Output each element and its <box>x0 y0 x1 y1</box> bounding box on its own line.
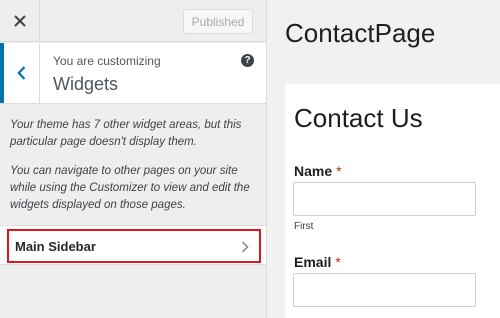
publish-button[interactable]: Published <box>183 9 253 34</box>
navigate-description: You can navigate to other pages on your … <box>10 165 250 211</box>
widget-area-row: Main Sidebar <box>0 225 266 265</box>
help-icon[interactable]: ? <box>241 54 254 67</box>
widget-area-main-sidebar[interactable]: Main Sidebar <box>7 229 261 263</box>
name-label-text: Name <box>294 163 333 179</box>
section-title: Widgets <box>53 74 119 94</box>
required-mark: * <box>336 163 342 179</box>
page-heading: Contact Us <box>294 103 423 133</box>
chevron-left-icon <box>17 66 26 80</box>
email-field-label: Email * <box>294 254 341 270</box>
back-button[interactable] <box>0 43 40 103</box>
name-first-input[interactable] <box>293 182 476 216</box>
customizer-header: Published <box>0 0 266 42</box>
required-mark: * <box>335 254 341 270</box>
section-header: You are customizing Widgets ? <box>0 43 266 104</box>
chevron-right-icon <box>241 241 249 253</box>
customizer-panel: Published You are customizing Widgets ? … <box>0 0 267 318</box>
first-name-sublabel: First <box>294 221 314 232</box>
email-input[interactable] <box>293 273 476 307</box>
site-preview: ContactPage Contact Us Name * First Email… <box>267 0 500 318</box>
email-label-text: Email <box>294 254 332 270</box>
site-title[interactable]: ContactPage <box>285 18 435 49</box>
close-button[interactable] <box>0 0 40 42</box>
close-icon <box>13 15 26 27</box>
name-field-label: Name * <box>294 163 342 179</box>
widget-areas-description: Your theme has 7 other widget areas, but… <box>10 119 242 148</box>
widget-area-label: Main Sidebar <box>15 238 96 254</box>
customizing-label: You are customizing <box>53 54 161 68</box>
